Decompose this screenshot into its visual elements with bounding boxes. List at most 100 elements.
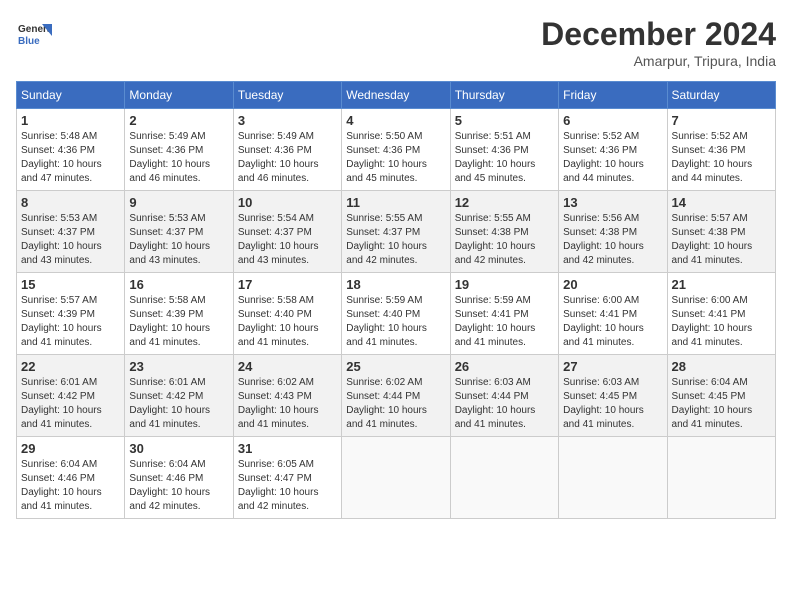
calendar-day-header: Saturday <box>667 82 775 109</box>
calendar-week-row: 1 Sunrise: 5:48 AM Sunset: 4:36 PM Dayli… <box>17 109 776 191</box>
day-number: 26 <box>455 359 554 374</box>
calendar-day-cell: 29 Sunrise: 6:04 AM Sunset: 4:46 PM Dayl… <box>17 437 125 519</box>
day-number: 17 <box>238 277 337 292</box>
day-number: 1 <box>21 113 120 128</box>
day-number: 4 <box>346 113 445 128</box>
calendar-day-header: Thursday <box>450 82 558 109</box>
day-info: Sunrise: 6:02 AM Sunset: 4:43 PM Dayligh… <box>238 376 337 432</box>
day-number: 6 <box>563 113 662 128</box>
calendar-body: 1 Sunrise: 5:48 AM Sunset: 4:36 PM Dayli… <box>17 109 776 519</box>
location: Amarpur, Tripura, India <box>541 53 776 69</box>
calendar-day-cell: 23 Sunrise: 6:01 AM Sunset: 4:42 PM Dayl… <box>125 355 233 437</box>
day-info: Sunrise: 5:48 AM Sunset: 4:36 PM Dayligh… <box>21 130 120 186</box>
calendar-day-cell: 13 Sunrise: 5:56 AM Sunset: 4:38 PM Dayl… <box>559 191 667 273</box>
day-info: Sunrise: 5:56 AM Sunset: 4:38 PM Dayligh… <box>563 212 662 268</box>
calendar-day-cell: 22 Sunrise: 6:01 AM Sunset: 4:42 PM Dayl… <box>17 355 125 437</box>
calendar-day-cell <box>667 437 775 519</box>
calendar-day-cell: 24 Sunrise: 6:02 AM Sunset: 4:43 PM Dayl… <box>233 355 341 437</box>
calendar-day-cell: 18 Sunrise: 5:59 AM Sunset: 4:40 PM Dayl… <box>342 273 450 355</box>
title-block: December 2024 Amarpur, Tripura, India <box>541 16 776 69</box>
day-info: Sunrise: 5:58 AM Sunset: 4:39 PM Dayligh… <box>129 294 228 350</box>
calendar-day-cell: 7 Sunrise: 5:52 AM Sunset: 4:36 PM Dayli… <box>667 109 775 191</box>
day-number: 11 <box>346 195 445 210</box>
calendar-week-row: 22 Sunrise: 6:01 AM Sunset: 4:42 PM Dayl… <box>17 355 776 437</box>
day-number: 22 <box>21 359 120 374</box>
calendar-day-cell: 19 Sunrise: 5:59 AM Sunset: 4:41 PM Dayl… <box>450 273 558 355</box>
day-number: 8 <box>21 195 120 210</box>
day-number: 28 <box>672 359 771 374</box>
day-number: 9 <box>129 195 228 210</box>
day-number: 15 <box>21 277 120 292</box>
page-header: General Blue December 2024 Amarpur, Trip… <box>16 16 776 69</box>
day-number: 25 <box>346 359 445 374</box>
calendar-day-cell: 2 Sunrise: 5:49 AM Sunset: 4:36 PM Dayli… <box>125 109 233 191</box>
calendar-day-cell: 31 Sunrise: 6:05 AM Sunset: 4:47 PM Dayl… <box>233 437 341 519</box>
day-info: Sunrise: 5:59 AM Sunset: 4:40 PM Dayligh… <box>346 294 445 350</box>
calendar-day-cell: 15 Sunrise: 5:57 AM Sunset: 4:39 PM Dayl… <box>17 273 125 355</box>
day-number: 14 <box>672 195 771 210</box>
day-number: 21 <box>672 277 771 292</box>
day-info: Sunrise: 6:05 AM Sunset: 4:47 PM Dayligh… <box>238 458 337 514</box>
calendar-day-cell <box>342 437 450 519</box>
day-info: Sunrise: 6:00 AM Sunset: 4:41 PM Dayligh… <box>672 294 771 350</box>
calendar-day-cell: 9 Sunrise: 5:53 AM Sunset: 4:37 PM Dayli… <box>125 191 233 273</box>
calendar-day-cell: 6 Sunrise: 5:52 AM Sunset: 4:36 PM Dayli… <box>559 109 667 191</box>
day-number: 19 <box>455 277 554 292</box>
day-info: Sunrise: 5:58 AM Sunset: 4:40 PM Dayligh… <box>238 294 337 350</box>
day-info: Sunrise: 5:57 AM Sunset: 4:38 PM Dayligh… <box>672 212 771 268</box>
calendar-week-row: 15 Sunrise: 5:57 AM Sunset: 4:39 PM Dayl… <box>17 273 776 355</box>
day-number: 18 <box>346 277 445 292</box>
calendar-day-cell: 10 Sunrise: 5:54 AM Sunset: 4:37 PM Dayl… <box>233 191 341 273</box>
day-info: Sunrise: 6:01 AM Sunset: 4:42 PM Dayligh… <box>21 376 120 432</box>
calendar-day-cell <box>450 437 558 519</box>
calendar-day-cell: 4 Sunrise: 5:50 AM Sunset: 4:36 PM Dayli… <box>342 109 450 191</box>
day-info: Sunrise: 5:59 AM Sunset: 4:41 PM Dayligh… <box>455 294 554 350</box>
month-title: December 2024 <box>541 16 776 53</box>
day-info: Sunrise: 5:50 AM Sunset: 4:36 PM Dayligh… <box>346 130 445 186</box>
calendar-day-cell: 8 Sunrise: 5:53 AM Sunset: 4:37 PM Dayli… <box>17 191 125 273</box>
day-number: 23 <box>129 359 228 374</box>
calendar-day-cell: 11 Sunrise: 5:55 AM Sunset: 4:37 PM Dayl… <box>342 191 450 273</box>
day-info: Sunrise: 6:02 AM Sunset: 4:44 PM Dayligh… <box>346 376 445 432</box>
calendar-day-header: Sunday <box>17 82 125 109</box>
svg-text:Blue: Blue <box>18 36 40 47</box>
calendar-week-row: 8 Sunrise: 5:53 AM Sunset: 4:37 PM Dayli… <box>17 191 776 273</box>
calendar-day-cell <box>559 437 667 519</box>
day-info: Sunrise: 6:01 AM Sunset: 4:42 PM Dayligh… <box>129 376 228 432</box>
calendar-day-cell: 25 Sunrise: 6:02 AM Sunset: 4:44 PM Dayl… <box>342 355 450 437</box>
day-info: Sunrise: 6:04 AM Sunset: 4:45 PM Dayligh… <box>672 376 771 432</box>
calendar-day-cell: 17 Sunrise: 5:58 AM Sunset: 4:40 PM Dayl… <box>233 273 341 355</box>
day-info: Sunrise: 6:00 AM Sunset: 4:41 PM Dayligh… <box>563 294 662 350</box>
day-info: Sunrise: 5:49 AM Sunset: 4:36 PM Dayligh… <box>238 130 337 186</box>
day-number: 24 <box>238 359 337 374</box>
day-info: Sunrise: 6:04 AM Sunset: 4:46 PM Dayligh… <box>21 458 120 514</box>
day-number: 2 <box>129 113 228 128</box>
day-number: 29 <box>21 441 120 456</box>
day-info: Sunrise: 5:55 AM Sunset: 4:38 PM Dayligh… <box>455 212 554 268</box>
calendar-day-header: Wednesday <box>342 82 450 109</box>
day-info: Sunrise: 5:53 AM Sunset: 4:37 PM Dayligh… <box>21 212 120 268</box>
day-info: Sunrise: 6:03 AM Sunset: 4:44 PM Dayligh… <box>455 376 554 432</box>
day-number: 3 <box>238 113 337 128</box>
calendar-day-cell: 3 Sunrise: 5:49 AM Sunset: 4:36 PM Dayli… <box>233 109 341 191</box>
day-info: Sunrise: 5:49 AM Sunset: 4:36 PM Dayligh… <box>129 130 228 186</box>
day-info: Sunrise: 5:52 AM Sunset: 4:36 PM Dayligh… <box>563 130 662 186</box>
calendar-day-cell: 5 Sunrise: 5:51 AM Sunset: 4:36 PM Dayli… <box>450 109 558 191</box>
calendar-day-cell: 20 Sunrise: 6:00 AM Sunset: 4:41 PM Dayl… <box>559 273 667 355</box>
day-number: 5 <box>455 113 554 128</box>
calendar-day-cell: 28 Sunrise: 6:04 AM Sunset: 4:45 PM Dayl… <box>667 355 775 437</box>
day-number: 12 <box>455 195 554 210</box>
day-number: 27 <box>563 359 662 374</box>
calendar-week-row: 29 Sunrise: 6:04 AM Sunset: 4:46 PM Dayl… <box>17 437 776 519</box>
day-info: Sunrise: 6:03 AM Sunset: 4:45 PM Dayligh… <box>563 376 662 432</box>
day-number: 31 <box>238 441 337 456</box>
day-info: Sunrise: 5:52 AM Sunset: 4:36 PM Dayligh… <box>672 130 771 186</box>
calendar-table: SundayMondayTuesdayWednesdayThursdayFrid… <box>16 81 776 519</box>
calendar-day-cell: 27 Sunrise: 6:03 AM Sunset: 4:45 PM Dayl… <box>559 355 667 437</box>
calendar-day-cell: 1 Sunrise: 5:48 AM Sunset: 4:36 PM Dayli… <box>17 109 125 191</box>
day-number: 10 <box>238 195 337 210</box>
calendar-day-cell: 16 Sunrise: 5:58 AM Sunset: 4:39 PM Dayl… <box>125 273 233 355</box>
day-info: Sunrise: 5:55 AM Sunset: 4:37 PM Dayligh… <box>346 212 445 268</box>
day-number: 13 <box>563 195 662 210</box>
calendar-day-cell: 30 Sunrise: 6:04 AM Sunset: 4:46 PM Dayl… <box>125 437 233 519</box>
